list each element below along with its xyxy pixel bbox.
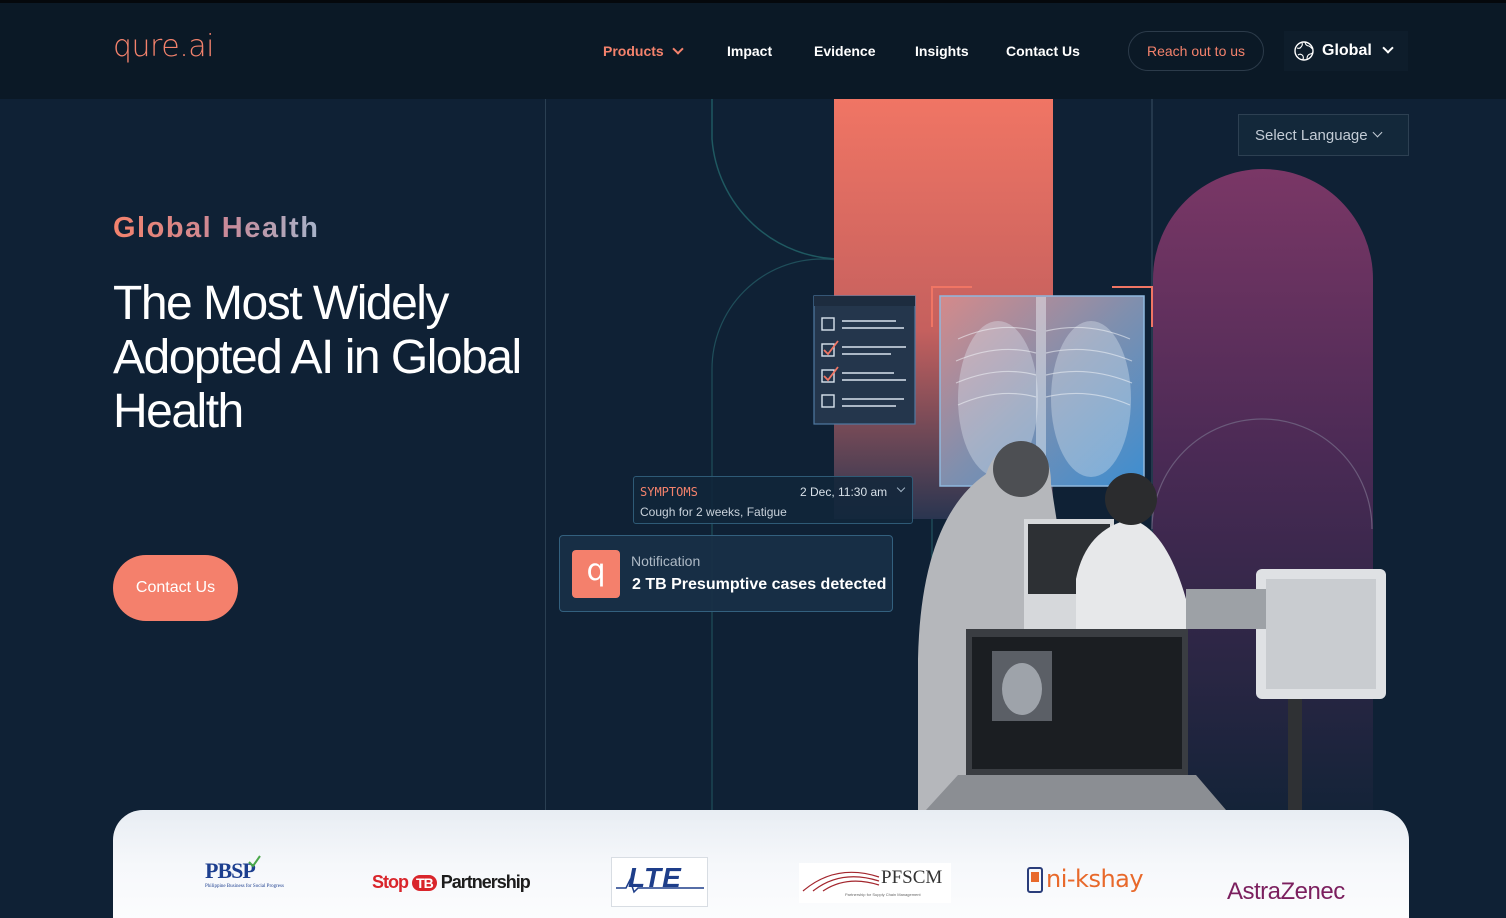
hero-text-column <box>0 99 545 810</box>
chevron-down-icon <box>1372 127 1383 137</box>
partner-logos: PBSP Philippine Business for Social Prog… <box>113 810 1409 918</box>
pbsp-subtitle: Philippine Business for Social Progress <box>205 884 284 889</box>
hero-headline: The Most Widely Adopted AI in Global Hea… <box>113 277 522 438</box>
notification-title: Notification <box>631 553 701 569</box>
partner-logo-pbsp: PBSP Philippine Business for Social Prog… <box>205 855 284 890</box>
check-icon <box>248 855 261 868</box>
chevron-down-icon <box>1382 42 1394 54</box>
nav-products[interactable]: Products <box>603 43 684 59</box>
hero-eyebrow: Global Health <box>113 212 320 244</box>
region-label: Global <box>1322 42 1372 59</box>
logo[interactable]: qure.ai <box>113 29 214 64</box>
phone-icon <box>1027 867 1043 893</box>
partner-logo-stoptb: Stop TB Partnership <box>372 872 531 893</box>
reach-out-button[interactable]: Reach out to us <box>1128 31 1264 71</box>
lte-swoosh-icon <box>616 878 704 894</box>
symptoms-text: Cough for 2 weeks, Fatigue <box>640 505 787 519</box>
chevron-down-icon <box>896 483 906 493</box>
partner-logo-lte: LTE <box>611 857 708 907</box>
stoptb-badge: TB <box>412 875 437 891</box>
globe-icon <box>1294 41 1314 61</box>
nav-products-label: Products <box>603 43 664 59</box>
hero-illustration <box>546 99 1410 810</box>
nikshay-wordmark: ni-kshay <box>1046 865 1144 893</box>
region-selector[interactable]: Global <box>1284 31 1408 71</box>
nav-insights[interactable]: Insights <box>915 43 969 59</box>
notification-message: 2 TB Presumptive cases detected <box>632 576 887 593</box>
partner-logo-pfscm: PFSCM Partnership for Supply Chain Manag… <box>799 863 951 903</box>
language-select[interactable]: Select Language <box>1238 114 1409 156</box>
pfscm-wordmark: PFSCM <box>881 867 943 888</box>
nav-impact[interactable]: Impact <box>727 43 772 59</box>
nav-contact-us[interactable]: Contact Us <box>1006 43 1080 59</box>
chevron-down-icon <box>672 43 684 55</box>
symptoms-label: SYMPTOMS <box>640 485 698 499</box>
pfscm-subtitle: Partnership for Supply Chain Management <box>845 892 921 897</box>
symptoms-time: 2 Dec, 11:30 am <box>800 485 888 499</box>
nav-evidence[interactable]: Evidence <box>814 43 875 59</box>
stoptb-partnership: Partnership <box>440 872 531 892</box>
stoptb-stop: Stop <box>372 872 409 892</box>
qure-logo-icon: q <box>572 550 620 598</box>
language-select-label: Select Language <box>1255 126 1368 144</box>
symptoms-card: SYMPTOMS 2 Dec, 11:30 am Cough for 2 wee… <box>633 476 913 524</box>
hero-graphic <box>711 99 1386 810</box>
notification-card: q Notification 2 TB Presumptive cases de… <box>559 535 893 612</box>
contact-us-button[interactable]: Contact Us <box>113 555 238 621</box>
partner-logo-astrazeneca: AstraZeneca <box>1227 878 1345 905</box>
navbar: qure.ai Products Impact Evidence Insight… <box>0 3 1506 99</box>
